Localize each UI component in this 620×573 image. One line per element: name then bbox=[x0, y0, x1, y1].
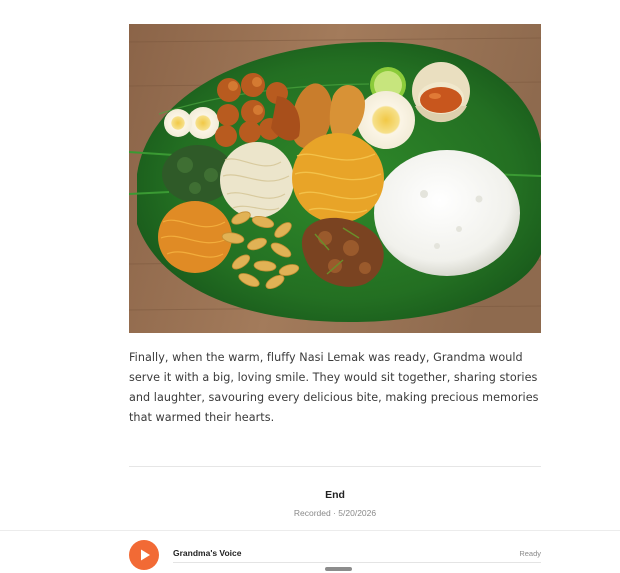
end-label: End bbox=[325, 489, 345, 501]
story-paragraph: Finally, when the warm, fluffy Nasi Lema… bbox=[129, 351, 539, 424]
nasi-lemak-plate-image bbox=[129, 24, 541, 333]
track-title: Grandma's Voice bbox=[173, 548, 242, 558]
play-icon bbox=[141, 549, 150, 561]
drag-handle[interactable] bbox=[325, 567, 352, 571]
play-button[interactable] bbox=[129, 540, 159, 570]
recorded-date: Recorded · 5/20/2026 bbox=[293, 508, 377, 518]
player-status: Ready bbox=[519, 549, 541, 558]
section-divider bbox=[129, 466, 541, 467]
player-divider bbox=[0, 530, 620, 531]
progress-bar[interactable] bbox=[173, 562, 541, 563]
